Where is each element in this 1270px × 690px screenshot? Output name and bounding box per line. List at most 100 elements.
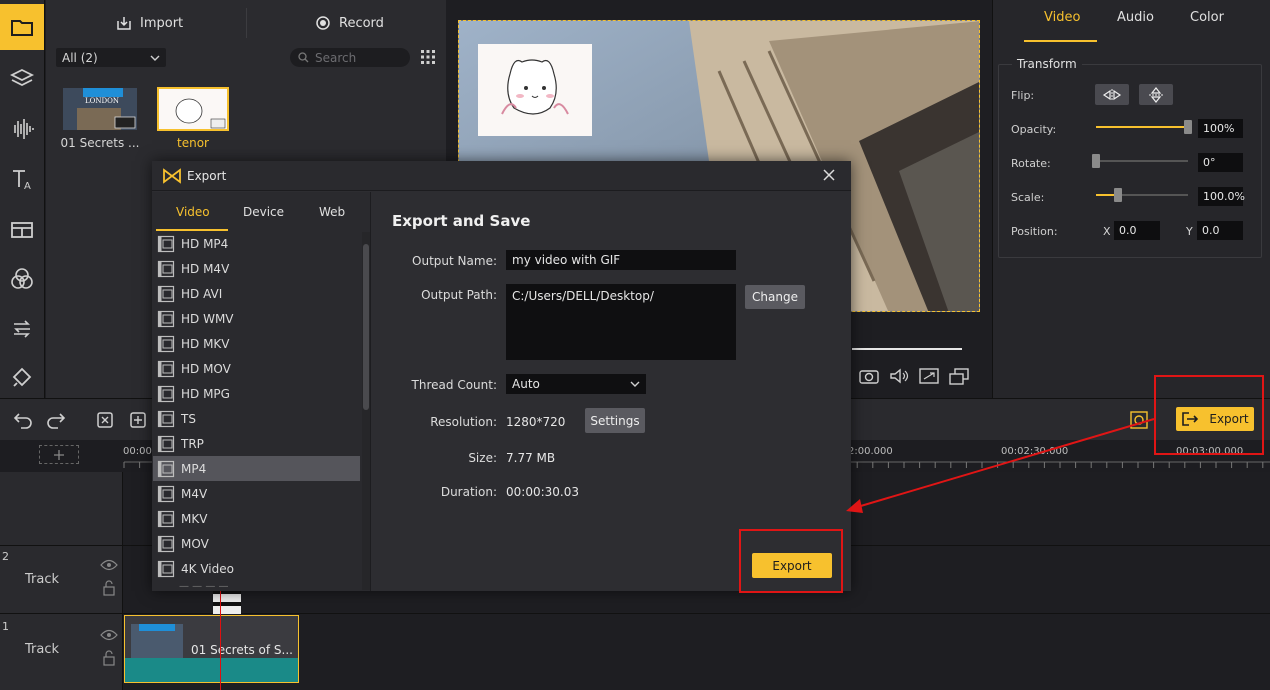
size-label: Size: bbox=[468, 451, 497, 465]
audio-waveform-icon[interactable] bbox=[0, 106, 44, 152]
dialog-tab-web[interactable]: Web bbox=[319, 205, 345, 219]
dialog-titlebar bbox=[152, 161, 851, 191]
format-item[interactable]: MP4 bbox=[153, 456, 360, 481]
grid-view-icon[interactable] bbox=[420, 49, 436, 65]
text-icon[interactable]: A bbox=[0, 156, 44, 202]
snapshot-camera-icon[interactable] bbox=[858, 366, 880, 386]
flip-vertical-button[interactable] bbox=[1139, 84, 1173, 105]
format-item[interactable]: HD MPG bbox=[153, 381, 360, 406]
eye-icon[interactable] bbox=[100, 559, 118, 571]
scale-input[interactable]: 100.0% bbox=[1198, 187, 1245, 206]
import-button[interactable]: Import bbox=[116, 8, 183, 38]
video-file-icon bbox=[157, 485, 175, 502]
scale-slider-handle[interactable] bbox=[1114, 188, 1122, 202]
close-icon[interactable] bbox=[820, 166, 838, 184]
pop-out-icon[interactable] bbox=[948, 366, 970, 386]
media-search-input[interactable]: Search bbox=[290, 48, 410, 67]
format-item[interactable]: MKV bbox=[153, 506, 360, 531]
opacity-input[interactable]: 100% bbox=[1198, 119, 1243, 138]
annotation-highlight-box bbox=[739, 529, 843, 593]
elements-icon[interactable] bbox=[0, 354, 44, 400]
size-value: 7.77 MB bbox=[506, 451, 556, 465]
position-y-input[interactable]: 0.0 bbox=[1197, 221, 1243, 240]
tab-color[interactable]: Color bbox=[1190, 10, 1224, 25]
format-item[interactable]: 4K Video bbox=[153, 556, 360, 581]
format-item[interactable]: HD MP4 bbox=[153, 231, 360, 256]
fullscreen-icon[interactable] bbox=[918, 366, 940, 386]
playback-progress-bar[interactable] bbox=[852, 348, 962, 350]
dialog-tab-device[interactable]: Device bbox=[243, 205, 284, 219]
video-file-icon bbox=[157, 335, 175, 352]
format-label: M4V bbox=[181, 486, 208, 501]
add-clip-icon[interactable] bbox=[128, 409, 150, 431]
undo-icon[interactable] bbox=[12, 409, 34, 431]
thread-count-label: Thread Count: bbox=[411, 378, 497, 392]
media-item-video-thumbnail[interactable]: LONDON bbox=[63, 88, 137, 130]
filters-icon[interactable] bbox=[0, 256, 44, 302]
track-header-border bbox=[122, 472, 123, 690]
video-file-icon bbox=[157, 260, 175, 277]
format-item[interactable]: HD WMV bbox=[153, 306, 360, 331]
position-x-input[interactable]: 0.0 bbox=[1114, 221, 1160, 240]
delete-clip-icon[interactable] bbox=[95, 409, 117, 431]
playhead[interactable] bbox=[220, 588, 221, 690]
rotate-slider-track[interactable] bbox=[1096, 160, 1188, 162]
output-path-label: Output Path: bbox=[421, 288, 497, 302]
output-path-input[interactable]: C:/Users/DELL/Desktop/ bbox=[506, 284, 736, 360]
output-name-label: Output Name: bbox=[412, 254, 497, 268]
format-list-scroll-thumb[interactable] bbox=[363, 244, 369, 410]
lock-icon[interactable] bbox=[102, 580, 116, 596]
rotate-input[interactable]: 0° bbox=[1198, 153, 1243, 172]
tab-video[interactable]: Video bbox=[1044, 10, 1080, 25]
rotate-slider-handle[interactable] bbox=[1092, 154, 1100, 168]
format-item[interactable]: TS bbox=[153, 406, 360, 431]
add-track-button[interactable] bbox=[39, 445, 79, 464]
thread-count-dropdown[interactable]: Auto bbox=[506, 374, 646, 394]
video-file-icon bbox=[157, 235, 175, 252]
format-item[interactable]: HD MKV bbox=[153, 331, 360, 356]
change-path-button[interactable]: Change bbox=[745, 285, 805, 309]
format-list-overflow: — — — — bbox=[179, 581, 229, 591]
resolution-settings-button[interactable]: Settings bbox=[585, 408, 645, 433]
media-item-label: 01 Secrets ... bbox=[60, 136, 140, 150]
tab-audio[interactable]: Audio bbox=[1117, 10, 1154, 25]
record-button[interactable]: Record bbox=[315, 8, 384, 38]
video-file-icon bbox=[157, 510, 175, 527]
flip-horizontal-button[interactable] bbox=[1095, 84, 1129, 105]
video-file-icon bbox=[157, 435, 175, 452]
track-number: 2 bbox=[2, 550, 9, 563]
track-name: Track bbox=[25, 642, 60, 657]
video-clip[interactable]: 01 Secrets of S... bbox=[124, 615, 299, 683]
format-item[interactable]: TRP bbox=[153, 431, 360, 456]
output-name-input[interactable]: my video with GIF bbox=[506, 250, 736, 270]
format-item[interactable]: HD M4V bbox=[153, 256, 360, 281]
media-folder-icon[interactable] bbox=[0, 4, 44, 50]
lock-icon[interactable] bbox=[102, 650, 116, 666]
dialog-tab-video[interactable]: Video bbox=[176, 205, 210, 219]
format-label: HD M4V bbox=[181, 261, 230, 276]
annotation-arrow bbox=[846, 418, 1155, 513]
redo-icon[interactable] bbox=[45, 409, 67, 431]
layers-icon[interactable] bbox=[0, 56, 44, 102]
media-filter-dropdown[interactable]: All (2) bbox=[56, 48, 166, 67]
export-heading: Export and Save bbox=[392, 212, 531, 230]
eye-icon[interactable] bbox=[100, 629, 118, 641]
format-item[interactable]: HD MOV bbox=[153, 356, 360, 381]
thread-count-value: Auto bbox=[512, 377, 540, 391]
opacity-slider-handle[interactable] bbox=[1184, 120, 1192, 134]
gif-sticker-overlay[interactable] bbox=[478, 44, 592, 136]
media-item-gif-thumbnail[interactable] bbox=[157, 87, 229, 131]
track-name: Track bbox=[25, 572, 60, 587]
animation-icon[interactable] bbox=[0, 306, 44, 352]
video-file-icon bbox=[157, 560, 175, 577]
transitions-icon[interactable] bbox=[0, 206, 44, 252]
format-label: HD MKV bbox=[181, 336, 230, 351]
format-item[interactable]: HD AVI bbox=[153, 281, 360, 306]
gif-clip[interactable] bbox=[213, 590, 241, 614]
track-number: 1 bbox=[2, 620, 9, 633]
flip-vertical-icon bbox=[1149, 86, 1163, 103]
chevron-down-icon bbox=[150, 55, 160, 61]
volume-icon[interactable] bbox=[888, 366, 910, 386]
format-item[interactable]: M4V bbox=[153, 481, 360, 506]
format-item[interactable]: MOV bbox=[153, 531, 360, 556]
